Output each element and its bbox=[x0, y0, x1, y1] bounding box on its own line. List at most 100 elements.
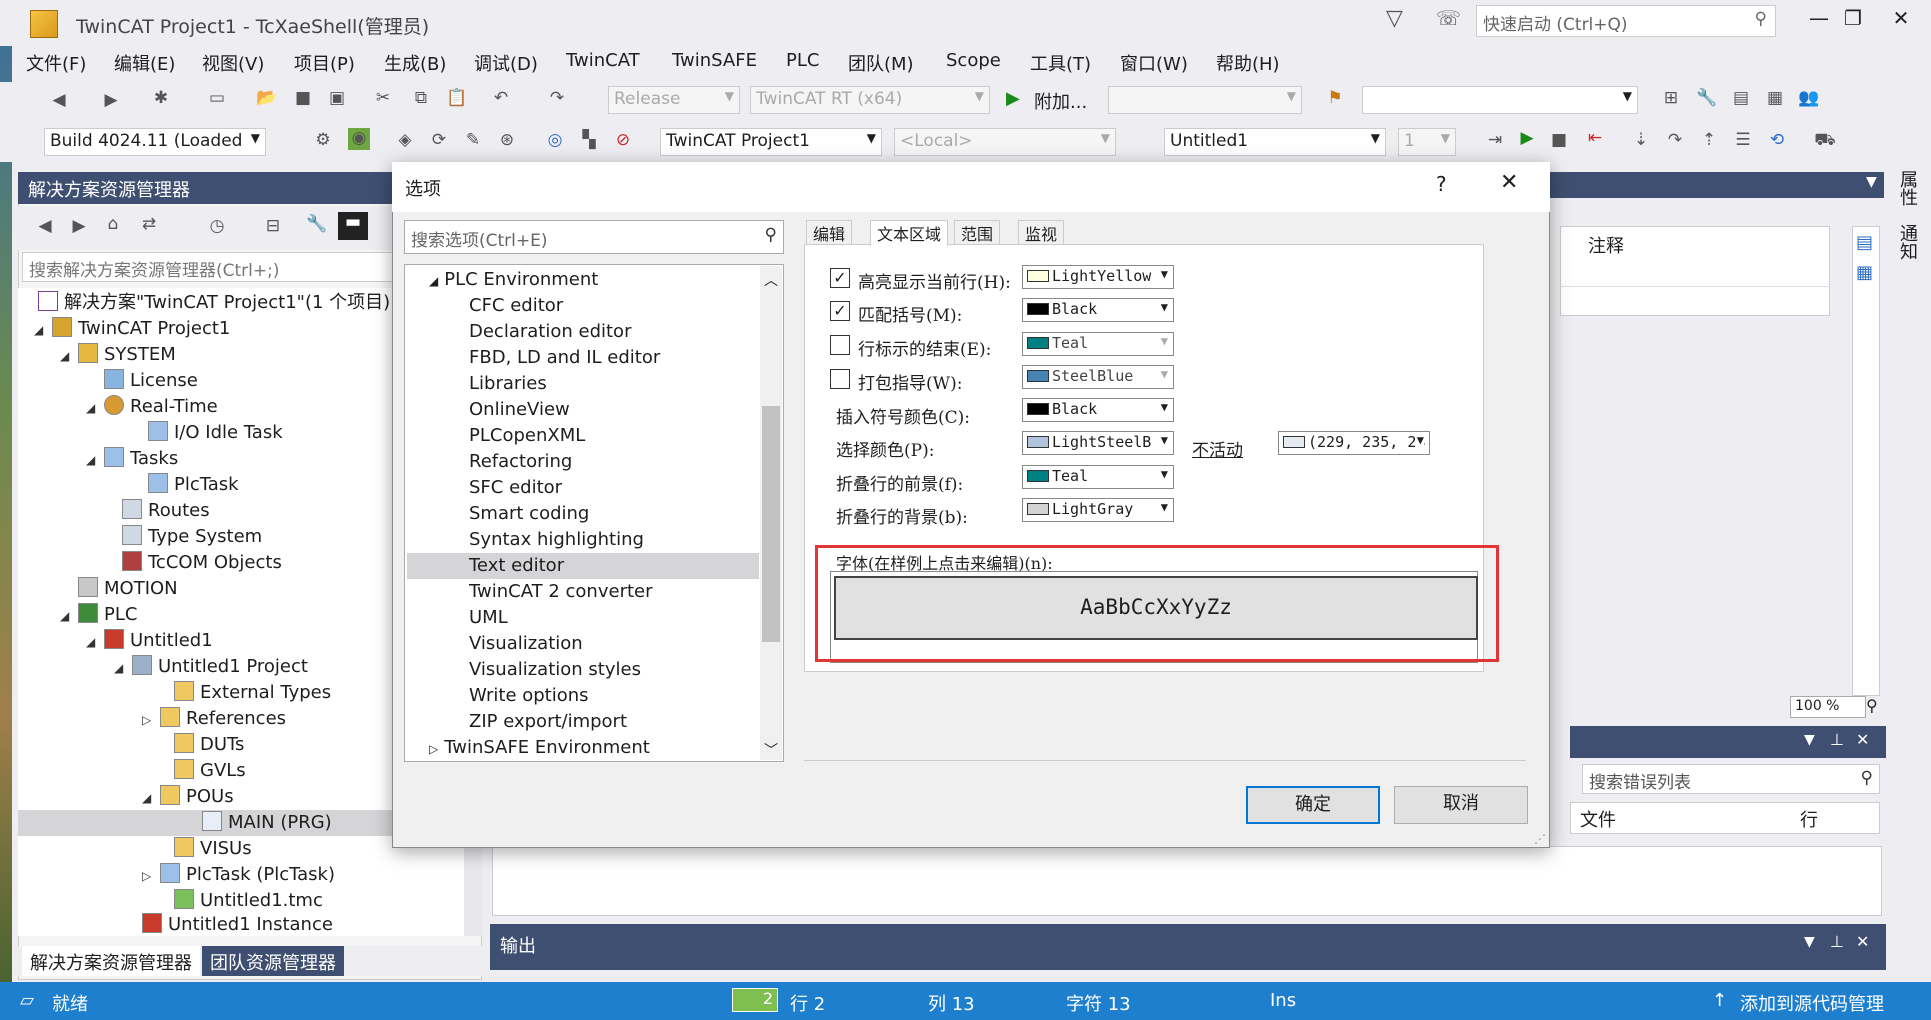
cut-icon[interactable]: ✂ bbox=[372, 88, 394, 110]
tab-dropdown-icon[interactable]: ▼ bbox=[1866, 174, 1877, 190]
zoom-icon[interactable]: ⚲ bbox=[1866, 696, 1878, 715]
declaration-view-icon[interactable]: ▤ bbox=[1856, 232, 1873, 253]
save-all-icon[interactable]: ▣ bbox=[326, 88, 348, 110]
cancel-button[interactable]: 取消 bbox=[1394, 786, 1528, 824]
switch-view-icon[interactable]: ⇄ bbox=[138, 214, 160, 236]
options-node-visualization-styles[interactable]: Visualization styles bbox=[469, 657, 641, 683]
options-node-cfc-editor[interactable]: CFC editor bbox=[469, 293, 563, 319]
build-select[interactable]: Build 4024.11 (Loaded ▼ bbox=[44, 128, 266, 156]
quick-launch-input[interactable]: 快速启动 (Ctrl+Q) ⚲ bbox=[1476, 5, 1776, 37]
tree-node-io-idle-task[interactable]: I/O Idle Task bbox=[148, 420, 283, 446]
options-node-text-editor[interactable]: Text editor bbox=[407, 553, 759, 579]
tools-icon[interactable]: ✎ bbox=[462, 130, 484, 152]
options-node-write-options[interactable]: Write options bbox=[469, 683, 589, 709]
restore-button[interactable]: ❐ bbox=[1830, 6, 1876, 36]
options-node-syntax-highlighting[interactable]: Syntax highlighting bbox=[469, 527, 644, 553]
activate-icon[interactable]: ◈ bbox=[394, 130, 416, 152]
tree-node-tmc[interactable]: Untitled1.tmc bbox=[174, 888, 323, 914]
end-of-line-checkbox[interactable] bbox=[830, 335, 850, 355]
tree-node-untitled1[interactable]: ◢ Untitled1 bbox=[86, 628, 213, 654]
back-icon[interactable]: ◀ bbox=[34, 216, 56, 238]
open-icon[interactable]: 📂 bbox=[256, 88, 278, 110]
highlight-line-color-select[interactable]: LightYellow ▼ bbox=[1022, 265, 1174, 289]
wrap-guide-checkbox[interactable] bbox=[830, 369, 850, 389]
tree-node-pous[interactable]: ◢ POUs bbox=[142, 784, 234, 810]
step-out-icon[interactable]: ⇡ bbox=[1698, 130, 1720, 152]
preview-icon[interactable]: ▬ bbox=[338, 212, 368, 240]
feedback-icon[interactable]: ☏ bbox=[1436, 6, 1461, 30]
line-column-header[interactable]: 行 bbox=[1800, 806, 1818, 832]
instance-select[interactable]: 1 ▼ bbox=[1398, 128, 1456, 156]
menu-window[interactable]: 窗口(W) bbox=[1120, 50, 1188, 76]
solution-icon[interactable]: ⊞ bbox=[1660, 88, 1682, 110]
tab-edit[interactable]: 编辑 bbox=[806, 220, 853, 244]
tree-node-external-types[interactable]: External Types bbox=[174, 680, 331, 706]
devices-icon[interactable]: ▚ bbox=[578, 130, 600, 152]
tab-notifications[interactable]: 通知 bbox=[1894, 224, 1920, 260]
forward-icon[interactable]: ▶ bbox=[68, 216, 90, 238]
tab-properties[interactable]: 属性 bbox=[1894, 170, 1920, 206]
menu-view[interactable]: 视图(V) bbox=[202, 50, 264, 76]
wrap-guide-color-select[interactable]: SteelBlue ▼ bbox=[1022, 365, 1174, 389]
menu-plc[interactable]: PLC bbox=[786, 50, 819, 71]
tab-team-explorer[interactable]: 团队资源管理器 bbox=[202, 946, 344, 976]
tab-solution-explorer[interactable]: 解决方案资源管理器 bbox=[22, 946, 200, 976]
menu-help[interactable]: 帮助(H) bbox=[1216, 50, 1280, 76]
tab-scope[interactable]: 范围 bbox=[954, 220, 1001, 244]
tree-node-plc[interactable]: ◢ PLC bbox=[60, 602, 137, 628]
copy-icon[interactable]: ⧉ bbox=[410, 88, 432, 110]
menu-scope[interactable]: Scope bbox=[946, 50, 1001, 71]
forward-icon[interactable]: ▶ bbox=[100, 90, 122, 112]
scrollbar-thumb[interactable] bbox=[762, 406, 780, 642]
undo-icon[interactable]: ↶ bbox=[490, 88, 512, 110]
options-node-plcopenxml[interactable]: PLCopenXML bbox=[469, 423, 585, 449]
tree-node-tasks[interactable]: ◢ Tasks bbox=[86, 446, 178, 472]
fold-foreground-color-select[interactable]: Teal ▼ bbox=[1022, 465, 1174, 489]
resize-grip-icon[interactable]: ⋰ bbox=[1534, 832, 1546, 846]
highlight-line-checkbox[interactable]: ✓ bbox=[830, 268, 850, 288]
options-node-fbd-ld-il[interactable]: FBD, LD and IL editor bbox=[469, 345, 660, 371]
step-into-icon[interactable]: ⇣ bbox=[1630, 130, 1652, 152]
options-node-uml[interactable]: UML bbox=[469, 605, 508, 631]
logout-icon[interactable]: ⇤ bbox=[1584, 128, 1606, 150]
menu-project[interactable]: 项目(P) bbox=[294, 50, 355, 76]
ok-button[interactable]: 确定 bbox=[1246, 786, 1380, 824]
paste-icon[interactable]: 📋 bbox=[446, 88, 468, 110]
selection-color-select[interactable]: LightSteelB ▼ bbox=[1022, 431, 1174, 455]
options-node-visualization[interactable]: Visualization bbox=[469, 631, 583, 657]
tree-node-motion[interactable]: MOTION bbox=[78, 576, 178, 602]
menu-twinsafe[interactable]: TwinSAFE bbox=[672, 50, 757, 71]
tree-node-visus[interactable]: VISUs bbox=[174, 836, 252, 862]
breakpoint-list-icon[interactable]: ☰ bbox=[1732, 130, 1754, 152]
target-select[interactable]: <Local> ▼ bbox=[894, 128, 1116, 156]
deploy-icon[interactable]: ⛟ bbox=[1814, 130, 1836, 152]
tree-node-realtime[interactable]: ◢ Real-Time bbox=[86, 394, 218, 420]
dropdown-icon[interactable]: ▼ bbox=[1804, 732, 1815, 748]
team-icon[interactable]: 👥 bbox=[1798, 88, 1820, 110]
toolbox-icon[interactable]: ▦ bbox=[1764, 88, 1786, 110]
options-node-zip-export[interactable]: ZIP export/import bbox=[469, 709, 627, 735]
attach-target-select[interactable]: ▼ bbox=[1108, 86, 1302, 114]
tree-node-untitled1-project[interactable]: ◢ Untitled1 Project bbox=[114, 654, 308, 680]
help-button[interactable]: ? bbox=[1436, 172, 1447, 196]
properties-icon[interactable]: ▤ bbox=[1730, 88, 1752, 110]
menu-tools[interactable]: 工具(T) bbox=[1030, 50, 1091, 76]
configuration-select[interactable]: Release ▼ bbox=[608, 86, 740, 114]
tree-node-references[interactable]: ▷ References bbox=[142, 706, 286, 732]
tree-node-instance[interactable]: Untitled1 Instance bbox=[142, 912, 333, 936]
restart-icon[interactable]: ⟳ bbox=[428, 130, 450, 152]
menu-edit[interactable]: 编辑(E) bbox=[114, 50, 175, 76]
close-icon[interactable]: ✕ bbox=[1856, 730, 1869, 749]
error-search-input[interactable]: 搜索错误列表 ⚲ bbox=[1582, 764, 1880, 794]
close-icon[interactable]: ✕ bbox=[1856, 932, 1869, 951]
tree-node-gvls[interactable]: GVLs bbox=[174, 758, 246, 784]
options-node-smart-coding[interactable]: Smart coding bbox=[469, 501, 589, 527]
properties-wrench-icon[interactable]: 🔧 bbox=[306, 214, 328, 236]
table-view-icon[interactable]: ▦ bbox=[1856, 262, 1873, 283]
status-badge[interactable]: 2 bbox=[732, 988, 778, 1012]
play-icon[interactable]: ▶ bbox=[1006, 88, 1020, 109]
scroll-down-icon[interactable]: ﹀ bbox=[764, 740, 778, 760]
add-to-source-control[interactable]: 添加到源代码管理 bbox=[1740, 990, 1884, 1016]
config-mode-icon[interactable]: ◉ bbox=[348, 128, 370, 150]
options-search-input[interactable]: 搜索选项(Ctrl+E) ⚲ bbox=[404, 220, 784, 254]
